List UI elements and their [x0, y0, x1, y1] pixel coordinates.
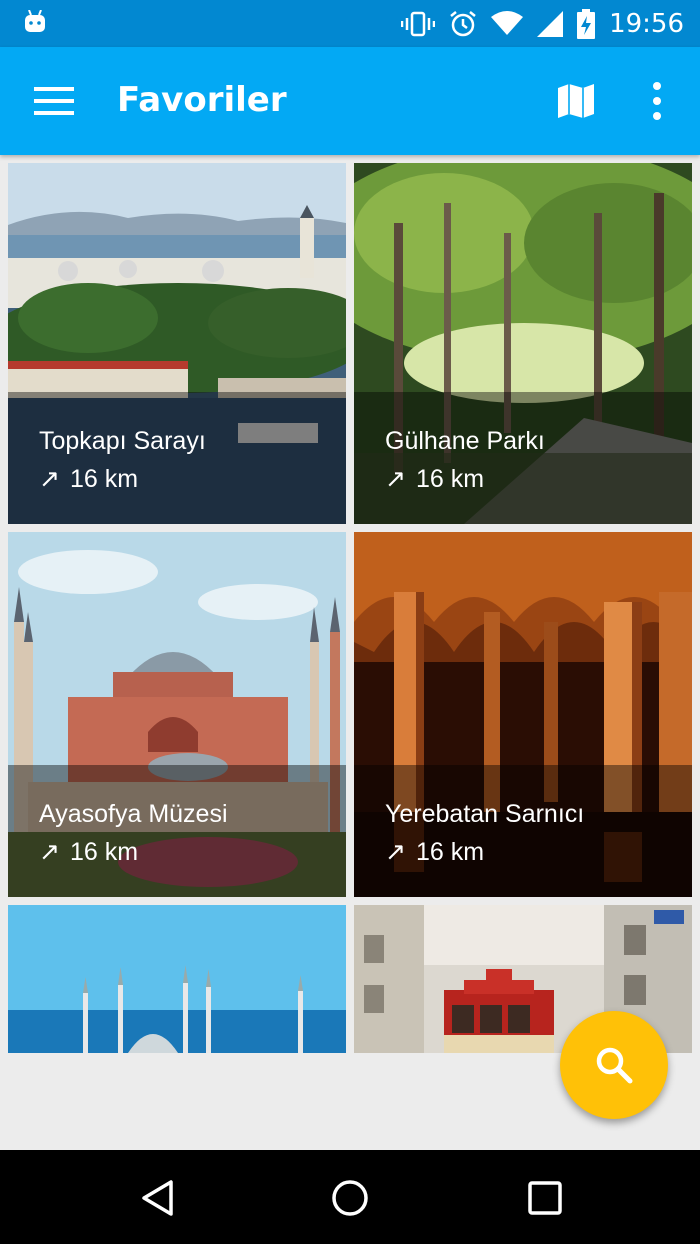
status-time: 19:56: [609, 8, 684, 39]
signal-icon: [537, 10, 564, 37]
arrow-up-right-icon: ↗: [385, 465, 406, 493]
search-icon: [596, 1047, 633, 1084]
place-card-ayasofya[interactable]: Ayasofya Müzesi ↗ 16 km: [8, 532, 346, 897]
arrow-up-right-icon: ↗: [39, 838, 60, 866]
battery-charging-icon: [577, 8, 596, 39]
place-card-topkapi[interactable]: Topkapı Sarayı ↗ 16 km: [8, 163, 346, 524]
place-distance: ↗ 16 km: [39, 464, 138, 494]
place-name: Ayasofya Müzesi: [39, 800, 228, 828]
recents-icon[interactable]: [525, 1178, 565, 1218]
distance-value: 16 km: [415, 837, 485, 866]
alarm-icon: [450, 10, 476, 36]
card-overlay: [8, 765, 346, 897]
card-overlay: [354, 392, 692, 524]
place-name: Gülhane Parkı: [385, 427, 545, 455]
place-name: Topkapı Sarayı: [39, 427, 206, 455]
menu-icon[interactable]: [34, 87, 74, 115]
home-icon[interactable]: [330, 1178, 370, 1218]
place-distance: ↗ 16 km: [39, 837, 138, 867]
card-overlay: [354, 765, 692, 897]
more-vert-icon[interactable]: [648, 81, 666, 121]
favorites-grid: Topkapı Sarayı ↗ 16 km Gülhane Parkı ↗ 1…: [0, 155, 700, 1053]
android-notification-icon: [25, 10, 45, 32]
system-nav-bar: [0, 1150, 700, 1244]
status-bar: 19:56: [0, 0, 700, 47]
vibrate-icon: [401, 11, 436, 36]
app-bar: Favoriler: [0, 47, 700, 155]
back-icon[interactable]: [138, 1178, 178, 1218]
place-distance: ↗ 16 km: [385, 464, 484, 494]
distance-value: 16 km: [69, 837, 139, 866]
wifi-icon: [491, 10, 524, 35]
place-card-mosque[interactable]: [8, 905, 346, 1053]
distance-value: 16 km: [415, 464, 485, 493]
map-icon[interactable]: [556, 83, 596, 119]
place-card-yerebatan[interactable]: Yerebatan Sarnıcı ↗ 16 km: [354, 532, 692, 897]
arrow-up-right-icon: ↗: [385, 838, 406, 866]
search-fab[interactable]: [560, 1011, 668, 1119]
place-distance: ↗ 16 km: [385, 837, 484, 867]
place-card-gulhane[interactable]: Gülhane Parkı ↗ 16 km: [354, 163, 692, 524]
page-title: Favoriler: [117, 80, 287, 120]
distance-value: 16 km: [69, 464, 139, 493]
card-overlay: [8, 392, 346, 524]
place-name: Yerebatan Sarnıcı: [385, 800, 585, 828]
place-image-mosque: [8, 905, 346, 1053]
arrow-up-right-icon: ↗: [39, 465, 60, 493]
